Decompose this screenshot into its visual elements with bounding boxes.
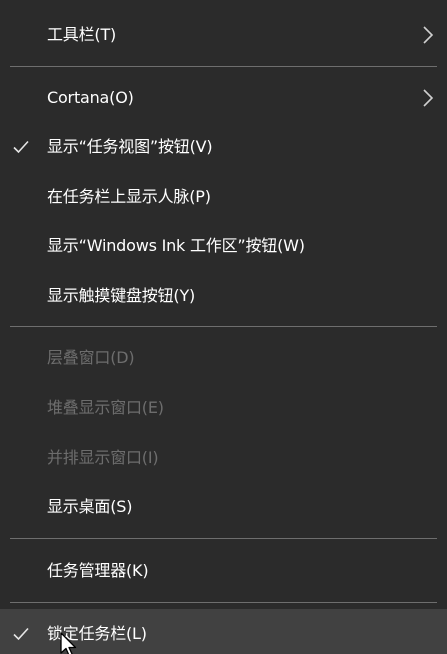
menu-item-label: 在任务栏上显示人脉(P) — [47, 187, 211, 206]
menu-item-label: Cortana(O) — [47, 88, 134, 107]
menu-item-label: 显示“任务视图”按钮(V) — [47, 137, 213, 156]
menu-item-show-desktop[interactable]: 显示桌面(S) — [0, 482, 447, 532]
taskbar-context-menu: 工具栏(T) Cortana(O) 显示“任务视图”按钮(V) 在任务栏上显示人… — [0, 0, 447, 654]
chevron-right-icon — [423, 89, 434, 107]
menu-item-label: 显示“Windows Ink 工作区”按钮(W) — [47, 236, 305, 255]
menu-item-label: 任务管理器(K) — [47, 561, 149, 580]
menu-item-label: 并排显示窗口(I) — [47, 448, 159, 467]
mouse-pointer-icon — [60, 632, 77, 654]
menu-item-label: 工具栏(T) — [47, 25, 117, 44]
menu-item-show-touch-keyboard-button[interactable]: 显示触摸键盘按钮(Y) — [0, 271, 447, 321]
menu-item-show-task-view-button[interactable]: 显示“任务视图”按钮(V) — [0, 122, 447, 172]
check-icon — [13, 627, 29, 641]
menu-item-task-manager[interactable]: 任务管理器(K) — [0, 546, 447, 596]
menu-item-show-people[interactable]: 在任务栏上显示人脉(P) — [0, 172, 447, 222]
menu-item-label: 显示桌面(S) — [47, 497, 133, 516]
menu-separator — [10, 66, 437, 67]
menu-item-label: 层叠窗口(D) — [47, 348, 135, 367]
menu-item-side-by-side-windows: 并排显示窗口(I) — [0, 433, 447, 483]
menu-separator — [10, 538, 437, 539]
menu-separator — [10, 326, 437, 327]
menu-item-stack-windows: 堆叠显示窗口(E) — [0, 383, 447, 433]
menu-separator — [10, 602, 437, 603]
menu-item-show-windows-ink-button[interactable]: 显示“Windows Ink 工作区”按钮(W) — [0, 221, 447, 271]
check-icon — [13, 140, 29, 154]
menu-item-cortana[interactable]: Cortana(O) — [0, 73, 447, 123]
menu-item-cascade-windows: 层叠窗口(D) — [0, 333, 447, 383]
menu-item-toolbars[interactable]: 工具栏(T) — [0, 10, 447, 60]
menu-item-label: 显示触摸键盘按钮(Y) — [47, 286, 196, 305]
menu-item-label: 堆叠显示窗口(E) — [47, 398, 164, 417]
chevron-right-icon — [423, 26, 434, 44]
